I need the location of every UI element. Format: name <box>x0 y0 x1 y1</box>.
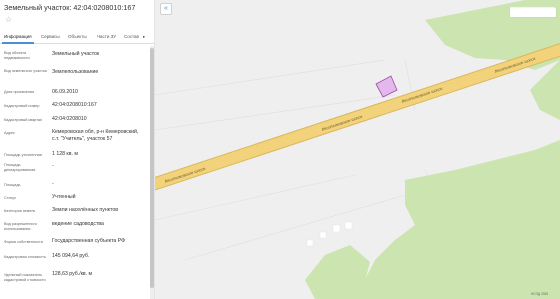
map-attribution: НСПД 2025 <box>531 292 549 296</box>
map-view[interactable]: Лесопилковское шоссе Лесопилковское шосс… <box>155 0 560 299</box>
map-canvas[interactable]: Лесопилковское шоссе Лесопилковское шосс… <box>155 0 560 299</box>
row-label: Вид объекта недвижимости <box>4 51 30 60</box>
row-label: Адрес <box>4 131 15 135</box>
row-value: - <box>52 181 54 187</box>
tab-bar: Информация Сервисы Объекты Части ЗУ Сост… <box>0 32 154 44</box>
tab-scroll-right-icon[interactable]: ▸ <box>143 34 145 40</box>
row-label: Статус <box>4 196 17 200</box>
tab-objects[interactable]: Объекты <box>68 34 87 39</box>
row-label: Кадастровый квартал <box>4 118 43 122</box>
scrollbar-thumb[interactable] <box>150 48 154 288</box>
row-value: - <box>52 163 54 169</box>
row-label: Площадь <box>4 183 21 187</box>
row-label: Вид разрешенного использования <box>4 222 37 231</box>
collapse-panel-button[interactable]: « <box>160 3 172 15</box>
row-value: 128,63 руб./кв. м <box>52 271 93 277</box>
row-label: Вид земельного участка <box>4 69 47 73</box>
row-value: 1 128 кв. м <box>52 151 78 157</box>
row-value: 42:04:0208010 <box>52 116 87 122</box>
status-value: Учтенный <box>52 194 76 200</box>
building <box>344 221 353 230</box>
tab-services[interactable]: Сервисы <box>41 34 60 39</box>
row-label: Площадь уточненная <box>4 153 42 157</box>
row-label: Кадастровый номер <box>4 104 40 108</box>
tab-information[interactable]: Информация <box>4 34 32 39</box>
panel-title: Земельный участок: 42:04:0208010:167 <box>4 3 136 12</box>
row-value: 06.09.2010 <box>52 89 78 95</box>
building <box>306 239 314 247</box>
building <box>332 224 341 233</box>
row-value: Государственная субъекта РФ <box>52 238 126 244</box>
row-value: Земли населённых пунктов <box>52 207 118 213</box>
active-tab-indicator <box>2 42 34 44</box>
row-label: Площадь декларированная <box>4 163 36 172</box>
building <box>319 231 327 239</box>
panel-scrollbar[interactable] <box>150 46 154 299</box>
double-chevron-left-icon: « <box>164 5 168 12</box>
map-search-box[interactable] <box>510 8 556 17</box>
row-value: ведение садоводства <box>52 221 104 227</box>
cadastral-value: 145 094,64 руб. <box>52 253 90 259</box>
tab-composition[interactable]: Состав <box>124 34 139 39</box>
row-label: Дата присвоения <box>4 90 35 94</box>
row-label: Кадастровая стоимость <box>4 255 46 259</box>
star-icon[interactable]: ☆ <box>5 16 12 24</box>
row-value: Землепользование <box>52 69 99 75</box>
row-label: Форма собственности <box>4 240 43 244</box>
row-label: Удельный показатель кадастровой стоимост… <box>4 273 46 282</box>
row-value: Земельный участок <box>52 51 100 57</box>
address-value: Кемеровская обл, р-н Кемеровский, с.т. "… <box>52 129 139 142</box>
info-panel: Земельный участок: 42:04:0208010:167 ☆ И… <box>0 0 155 299</box>
tab-parts[interactable]: Части ЗУ <box>97 34 116 39</box>
row-value: 42:04:0208010:167 <box>52 102 97 108</box>
row-label: Категория земель <box>4 209 36 213</box>
